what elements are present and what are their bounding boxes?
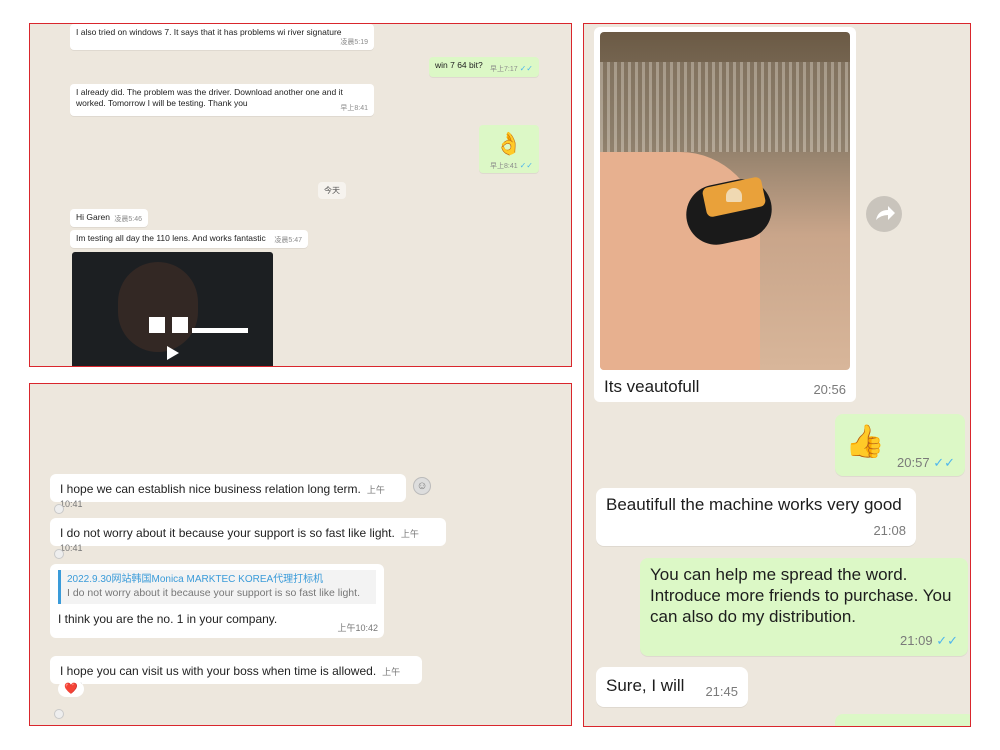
chat-panel-right: Its veautofull 20:56 👍 20:57 ✓✓ Beautifu… (583, 23, 971, 727)
incoming-message[interactable]: I hope you can visit us with your boss w… (50, 656, 422, 691)
message-text: Hi Garen (76, 212, 111, 222)
image-caption: Its veautofull (604, 377, 700, 396)
incoming-message[interactable]: Im testing all day the 110 lens. And wor… (70, 230, 308, 248)
message-time: 早上7:17 ✓✓ (490, 64, 533, 73)
heart-engraving (726, 188, 742, 202)
message-text: You can help me spread the word. Introdu… (650, 565, 952, 626)
message-body: I think you are the no. 1 in your compan… (58, 612, 378, 633)
read-status-icon (54, 504, 64, 514)
message-time: 21:45 (705, 684, 738, 699)
outgoing-message[interactable]: win 7 64 bit? 早上7:17 ✓✓ (429, 57, 539, 77)
outgoing-message-partial[interactable] (835, 714, 970, 726)
message-time: 上午10:42 (337, 623, 378, 633)
message-time: 早上8:41 ✓✓ (490, 161, 533, 170)
play-icon[interactable] (167, 346, 179, 360)
incoming-image-message[interactable]: Its veautofull 20:56 (594, 27, 856, 402)
day-divider: 今天 (318, 182, 346, 199)
video-thumbnail-figure (118, 262, 198, 352)
emoji-reaction-button[interactable]: ☺ (413, 477, 431, 495)
message-time: 早上8:41 (340, 105, 368, 112)
read-ticks-icon: ✓✓ (936, 633, 958, 648)
read-status-icon (54, 549, 64, 559)
incoming-message[interactable]: Sure, I will 21:45 (596, 667, 748, 707)
read-ticks-icon: ✓✓ (519, 161, 533, 170)
incoming-message[interactable]: I already did. The problem was the drive… (70, 84, 374, 116)
incoming-message[interactable]: I hope we can establish nice business re… (50, 474, 406, 509)
message-text: win 7 64 bit? (435, 60, 483, 70)
logo-icon (172, 317, 188, 333)
message-text: I also tried on windows 7. It says that … (76, 27, 342, 37)
photo-background-rack (600, 62, 850, 152)
photo-ring-image[interactable] (600, 32, 850, 370)
outgoing-emoji-message[interactable]: 👌 早上8:41 ✓✓ (479, 125, 539, 173)
message-time: 凌晨5:46 (114, 216, 142, 223)
incoming-message[interactable]: I do not worry about it because your sup… (50, 518, 446, 553)
message-time: 凌晨5:19 (340, 39, 368, 46)
message-text: I hope you can visit us with your boss w… (60, 664, 377, 678)
message-text: I hope we can establish nice business re… (60, 482, 361, 496)
message-time: 20:57 ✓✓ (897, 455, 955, 470)
message-time: 21:09 ✓✓ (900, 633, 958, 648)
read-ticks-icon: ✓✓ (519, 64, 533, 73)
quoted-message[interactable]: 2022.9.30网站韩国Monica MARKTEC KOREA代理打标机 I… (58, 570, 376, 604)
forward-arrow-icon (876, 206, 895, 220)
message-time: 20:56 (813, 382, 846, 397)
message-time: 21:08 (873, 523, 906, 538)
message-text: I do not worry about it because your sup… (60, 526, 395, 540)
ok-hand-emoji-icon: 👌 (495, 131, 523, 156)
video-message[interactable] (72, 252, 273, 366)
message-text: Beautifull the machine works very good (606, 495, 902, 514)
incoming-message[interactable]: Beautifull the machine works very good 2… (596, 488, 916, 546)
video-banner-bar (192, 328, 248, 333)
heart-reaction-icon[interactable]: ❤️ (58, 681, 84, 697)
message-text: I think you are the no. 1 in your compan… (58, 612, 278, 626)
incoming-message[interactable]: Hi Garen 凌晨5:46 (70, 209, 148, 227)
quoted-source: 2022.9.30网站韩国Monica MARKTEC KOREA代理打标机 (67, 574, 324, 585)
quoted-text: I do not worry about it because your sup… (67, 587, 360, 599)
message-text: Sure, I will (606, 676, 685, 695)
message-time: 凌晨5:47 (274, 237, 302, 244)
thumbs-up-emoji-icon: 👍 (845, 423, 885, 459)
outgoing-message[interactable]: You can help me spread the word. Introdu… (640, 558, 968, 656)
read-ticks-icon: ✓✓ (933, 455, 955, 470)
message-text: I already did. The problem was the drive… (76, 87, 343, 108)
chat-panel-top-left: I also tried on windows 7. It says that … (29, 23, 572, 367)
outgoing-emoji-message[interactable]: 👍 20:57 ✓✓ (835, 414, 965, 476)
message-text: Im testing all day the 110 lens. And wor… (76, 233, 266, 243)
reply-message[interactable]: 2022.9.30网站韩国Monica MARKTEC KOREA代理打标机 I… (50, 564, 384, 638)
chat-panel-bottom-left: I hope we can establish nice business re… (29, 383, 572, 726)
read-status-icon (54, 709, 64, 719)
forward-button[interactable] (866, 196, 902, 232)
logo-icon (149, 317, 165, 333)
incoming-message[interactable]: I also tried on windows 7. It says that … (70, 24, 374, 50)
